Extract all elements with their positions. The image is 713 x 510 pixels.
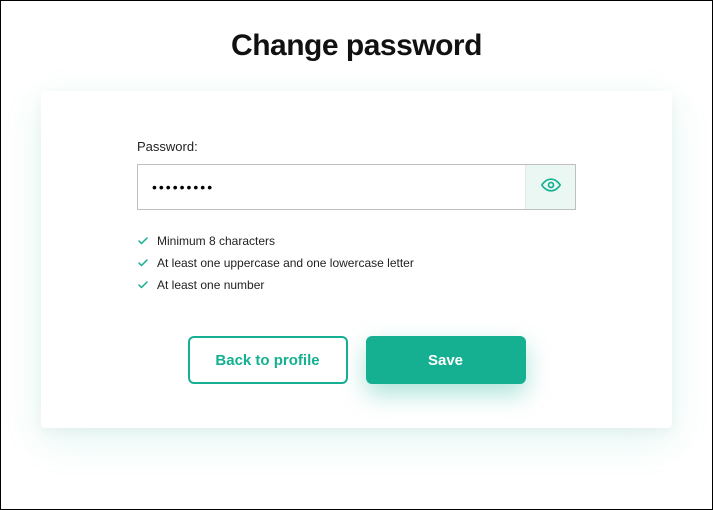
password-label: Password: bbox=[137, 139, 576, 154]
password-rule: Minimum 8 characters bbox=[137, 234, 576, 248]
check-icon bbox=[137, 257, 149, 269]
password-rule-text: At least one uppercase and one lowercase… bbox=[157, 256, 414, 270]
password-input[interactable] bbox=[138, 165, 525, 209]
check-icon bbox=[137, 235, 149, 247]
toggle-password-visibility[interactable] bbox=[525, 165, 575, 209]
password-rule: At least one number bbox=[137, 278, 576, 292]
password-card: Password: Minimum 8 characters bbox=[41, 91, 672, 428]
password-rule: At least one uppercase and one lowercase… bbox=[137, 256, 576, 270]
eye-icon bbox=[541, 175, 561, 200]
page-title: Change password bbox=[41, 29, 672, 63]
save-button[interactable]: Save bbox=[366, 336, 526, 384]
change-password-page: Change password Password: Minimum 8 char… bbox=[1, 1, 712, 456]
password-rules: Minimum 8 characters At least one upperc… bbox=[137, 234, 576, 292]
password-rule-text: Minimum 8 characters bbox=[157, 234, 275, 248]
password-rule-text: At least one number bbox=[157, 278, 264, 292]
password-input-wrap bbox=[137, 164, 576, 210]
check-icon bbox=[137, 279, 149, 291]
actions-row: Back to profile Save bbox=[137, 336, 576, 384]
back-to-profile-button[interactable]: Back to profile bbox=[188, 336, 348, 384]
